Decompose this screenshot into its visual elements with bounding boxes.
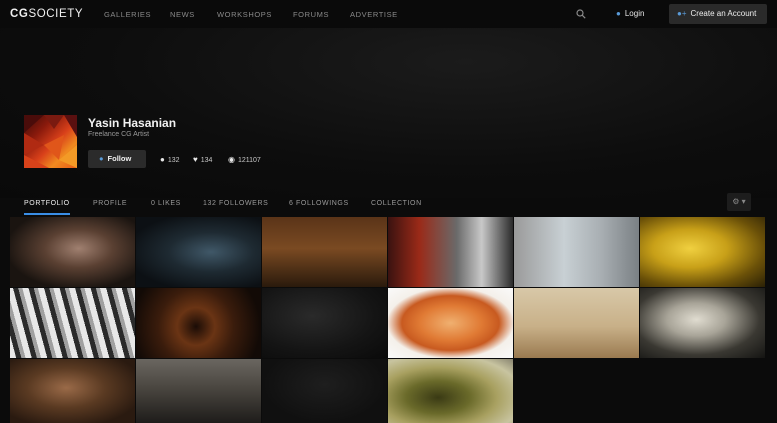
portfolio-thumbnail[interactable]	[640, 288, 765, 358]
likes-count: 134	[200, 157, 213, 164]
views-count: 121107	[237, 157, 261, 164]
avatar[interactable]	[24, 115, 77, 168]
login-label: Login	[624, 9, 645, 18]
portfolio-thumbnail[interactable]	[262, 288, 387, 358]
portfolio-thumbnail[interactable]	[262, 217, 387, 287]
views-stat: ◉ 121107	[228, 155, 261, 164]
eye-icon: ◉	[228, 155, 235, 164]
user-icon: ●	[99, 154, 104, 163]
portfolio-thumbnail[interactable]	[388, 288, 513, 358]
tab-collection[interactable]: COLLECTION	[371, 200, 422, 207]
nav-workshops[interactable]: WORKSHOPS	[217, 10, 272, 19]
portfolio-thumbnail[interactable]	[136, 359, 261, 423]
likes-stat: ♥ 134	[193, 155, 212, 164]
portfolio-thumbnail[interactable]	[388, 217, 513, 287]
tab-followings[interactable]: 6 FOLLOWINGS	[289, 200, 349, 207]
portfolio-thumbnail[interactable]	[10, 217, 135, 287]
profile-tabs: PORTFOLIO PROFILE 0 LIKES 132 FOLLOWERS …	[0, 196, 777, 216]
profile-title: Freelance CG Artist	[88, 131, 150, 138]
portfolio-thumbnail[interactable]	[640, 217, 765, 287]
heart-icon: ♥	[193, 155, 198, 164]
chevron-down-icon: ▾	[739, 197, 746, 206]
profile-name: Yasin Hasanian	[88, 116, 177, 130]
portfolio-thumbnail[interactable]	[514, 217, 639, 287]
nav-galleries[interactable]: GALLERIES	[104, 10, 151, 19]
follow-button[interactable]: ● Follow	[88, 150, 146, 168]
logo-thin: SOCIETY	[28, 8, 84, 20]
portfolio-thumbnail[interactable]	[514, 288, 639, 358]
top-nav: CGSOCIETY GALLERIES NEWS WORKSHOPS FORUM…	[0, 0, 777, 28]
portfolio-thumbnail[interactable]	[10, 288, 135, 358]
portfolio-thumbnail[interactable]	[10, 359, 135, 423]
tab-portfolio[interactable]: PORTFOLIO	[24, 200, 70, 215]
nav-news[interactable]: NEWS	[170, 10, 195, 19]
portfolio-thumbnail[interactable]	[262, 359, 387, 423]
user-icon: ●	[160, 155, 165, 164]
create-account-label: Create an Account	[690, 9, 757, 18]
logo-bold: CG	[10, 8, 29, 20]
user-icon: ●	[616, 9, 621, 18]
portfolio-grid	[10, 217, 767, 423]
portfolio-thumbnail[interactable]	[136, 217, 261, 287]
profile-banner	[0, 28, 777, 198]
nav-forums[interactable]: FORUMS	[293, 10, 329, 19]
follow-label: Follow	[107, 154, 132, 163]
tab-profile[interactable]: PROFILE	[93, 200, 127, 207]
followers-count: 132	[167, 157, 180, 164]
portfolio-thumbnail[interactable]	[136, 288, 261, 358]
avatar-image	[24, 115, 77, 168]
cgsociety-logo[interactable]: CGSOCIETY	[10, 8, 83, 20]
add-user-icon: ●+	[677, 9, 687, 18]
tab-likes[interactable]: 0 LIKES	[151, 200, 181, 207]
login-link[interactable]: ● Login	[616, 9, 644, 18]
create-account-button[interactable]: ●+ Create an Account	[669, 4, 767, 24]
followers-stat: ● 132	[160, 155, 180, 164]
search-icon[interactable]	[576, 9, 586, 19]
tab-followers[interactable]: 132 FOLLOWERS	[203, 200, 268, 207]
nav-advertise[interactable]: ADVERTISE	[350, 10, 398, 19]
settings-dropdown[interactable]: ⚙ ▾	[727, 193, 751, 211]
portfolio-thumbnail[interactable]	[388, 359, 513, 423]
